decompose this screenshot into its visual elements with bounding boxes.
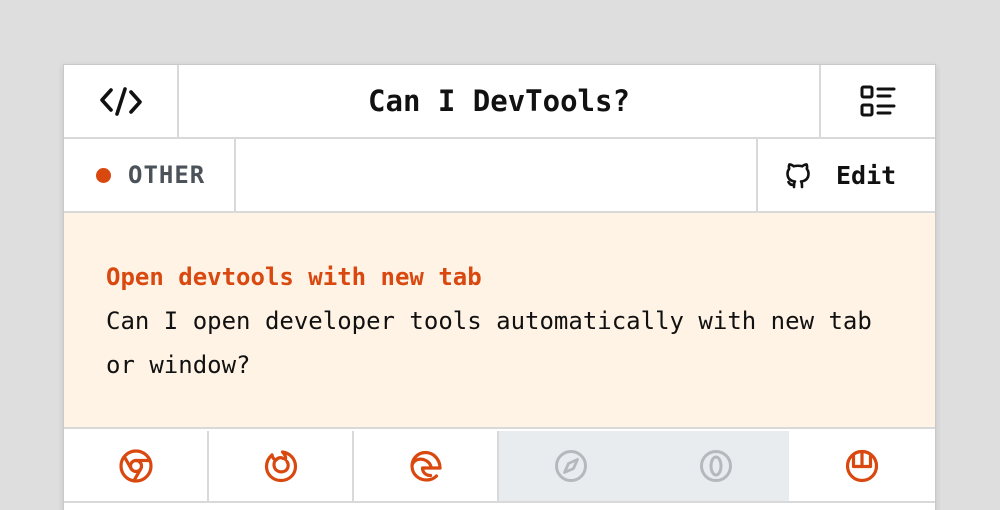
github-icon bbox=[786, 163, 810, 189]
page-title: Can I DevTools? bbox=[368, 84, 630, 118]
edge-icon bbox=[409, 450, 442, 482]
browser-brave[interactable] bbox=[789, 431, 935, 501]
list-icon bbox=[860, 85, 896, 117]
browser-firefox[interactable] bbox=[209, 431, 354, 501]
opera-icon bbox=[699, 450, 732, 482]
question-description: Can I open developer tools automatically… bbox=[106, 307, 872, 379]
edit-label: Edit bbox=[836, 160, 897, 190]
category-dot bbox=[96, 167, 111, 183]
browser-safari[interactable] bbox=[499, 431, 644, 501]
browser-edge[interactable] bbox=[354, 431, 499, 501]
question-title: Open devtools with new tab bbox=[106, 263, 482, 291]
firefox-icon bbox=[264, 450, 297, 483]
safari-icon bbox=[554, 450, 587, 482]
devtools-card: Can I DevTools? OTHER Edit Open devtools… bbox=[63, 64, 936, 510]
feature-list-button[interactable] bbox=[819, 65, 935, 137]
browser-support-row bbox=[64, 431, 935, 503]
home-button[interactable] bbox=[64, 65, 179, 137]
category-tag[interactable]: OTHER bbox=[64, 139, 236, 211]
chrome-icon bbox=[118, 449, 153, 483]
code-icon bbox=[99, 87, 142, 116]
category-label: OTHER bbox=[128, 161, 206, 189]
brave-icon bbox=[845, 449, 879, 483]
browser-chrome[interactable] bbox=[64, 431, 209, 501]
question-panel: Open devtools with new tab Can I open de… bbox=[64, 213, 935, 429]
sub-toolbar: OTHER Edit bbox=[64, 139, 935, 213]
card-header: Can I DevTools? bbox=[64, 65, 935, 139]
browser-opera[interactable] bbox=[644, 431, 789, 501]
edit-button[interactable]: Edit bbox=[756, 139, 935, 211]
